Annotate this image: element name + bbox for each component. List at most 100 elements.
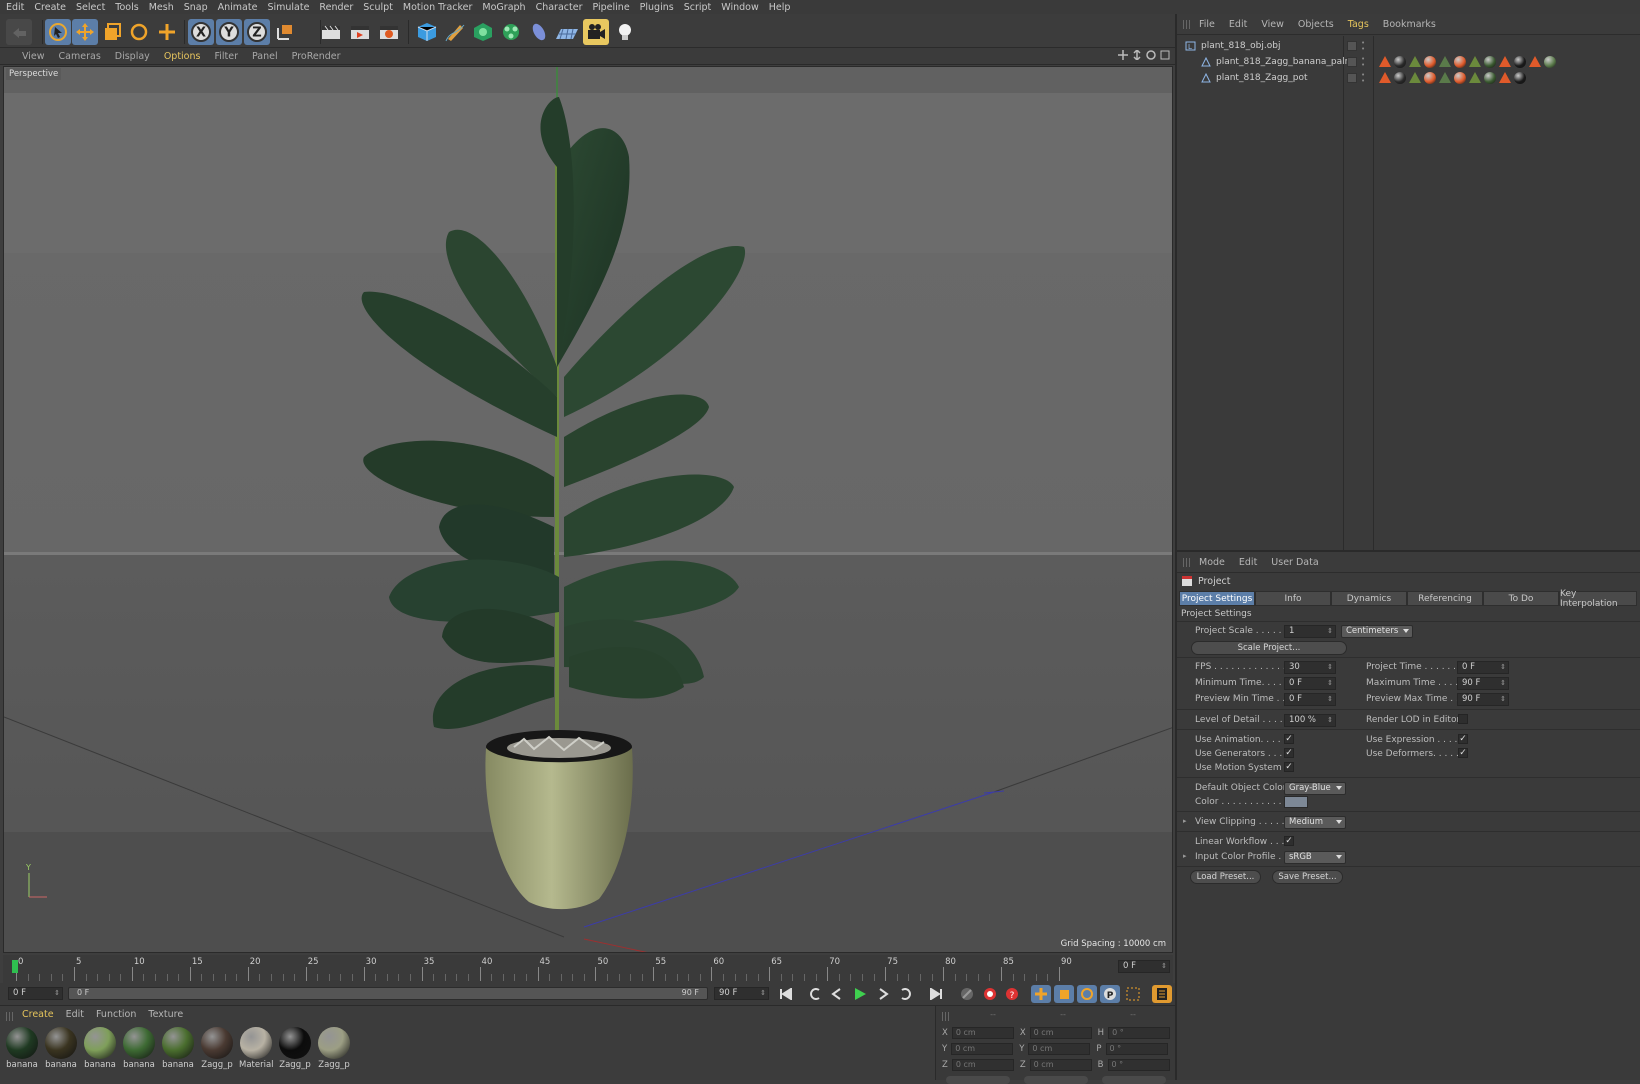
material-swatch[interactable]: banana xyxy=(83,1026,117,1074)
material-swatch[interactable]: Zagg_p xyxy=(278,1026,312,1074)
minimum-time-field[interactable]: 0 F ⇕ xyxy=(1284,677,1336,690)
object-menu-bookmarks[interactable]: Bookmarks xyxy=(1383,19,1436,30)
material-tag-icon[interactable] xyxy=(1454,56,1466,68)
timeline-window-icon[interactable] xyxy=(1152,985,1172,1003)
coordinate-field[interactable]: 0 cm xyxy=(951,1059,1014,1071)
move-tool-icon[interactable] xyxy=(72,19,98,45)
menu-window[interactable]: Window xyxy=(721,2,758,13)
menu-render[interactable]: Render xyxy=(319,2,353,13)
attribute-menu-user-data[interactable]: User Data xyxy=(1271,557,1318,568)
phong-tag-icon[interactable] xyxy=(1409,56,1421,67)
menu-edit[interactable]: Edit xyxy=(6,2,24,13)
material-swatch[interactable]: banana xyxy=(122,1026,156,1074)
coordinate-field[interactable]: 0 ° xyxy=(1107,1059,1170,1071)
key-pla-icon[interactable] xyxy=(1123,985,1143,1003)
linear-workflow-checkbox[interactable]: ✓ xyxy=(1284,836,1294,846)
visibility-dots-icon[interactable]: • • xyxy=(1361,56,1365,69)
menu-help[interactable]: Help xyxy=(769,2,791,13)
cube-primitive-icon[interactable] xyxy=(414,19,440,45)
object-row[interactable]: plant_818_Zagg_banana_palm • • xyxy=(1177,54,1640,70)
live-selection-icon[interactable] xyxy=(154,19,180,45)
save-preset-button[interactable]: Save Preset... xyxy=(1272,870,1343,884)
material-tag-icon[interactable] xyxy=(1454,72,1466,84)
project-scale-unit-dropdown[interactable]: Centimeters xyxy=(1341,625,1413,638)
current-frame-field[interactable]: 0 F ⇕ xyxy=(1118,960,1170,973)
viewport-menu-cameras[interactable]: Cameras xyxy=(59,51,101,62)
object-menu-edit[interactable]: Edit xyxy=(1229,19,1247,30)
coordinate-field[interactable]: 0 cm xyxy=(1029,1027,1092,1039)
apply-button[interactable] xyxy=(1102,1076,1166,1084)
tab-project-settings[interactable]: Project Settings xyxy=(1179,591,1255,606)
viewport-menu-options[interactable]: Options xyxy=(164,51,201,62)
orbit-icon[interactable] xyxy=(1146,50,1156,60)
viewport-menu-prorender[interactable]: ProRender xyxy=(292,51,341,62)
menu-animate[interactable]: Animate xyxy=(218,2,258,13)
deformer-icon[interactable] xyxy=(526,19,552,45)
phong-tag-icon[interactable] xyxy=(1409,72,1421,83)
coordinate-field[interactable]: 0 cm xyxy=(951,1043,1014,1055)
attribute-menu-mode[interactable]: Mode xyxy=(1199,557,1225,568)
preview-max-time-field[interactable]: 90 F ⇕ xyxy=(1457,693,1509,706)
menu-mesh[interactable]: Mesh xyxy=(149,2,174,13)
preview-min-time-field[interactable]: 0 F ⇕ xyxy=(1284,693,1336,706)
view-clipping-expand-icon[interactable]: ▸ xyxy=(1183,817,1187,825)
material-tag-icon[interactable] xyxy=(1514,72,1526,84)
undo-icon[interactable] xyxy=(6,19,32,45)
phong-tag-icon[interactable] xyxy=(1379,56,1391,67)
material-swatch[interactable]: banana xyxy=(44,1026,78,1074)
material-tag-icon[interactable] xyxy=(1514,56,1526,68)
use-animation-checkbox[interactable]: ✓ xyxy=(1284,734,1294,744)
menu-script[interactable]: Script xyxy=(684,2,712,13)
menu-plugins[interactable]: Plugins xyxy=(640,2,674,13)
rotate-tool-icon[interactable] xyxy=(126,19,152,45)
object-row[interactable]: Lplant_818_obj.obj • • xyxy=(1177,38,1640,54)
timeline-ruler[interactable]: 0 5 10 15 20 25 30 35 40 45 50 55 60 65 70 75 80 85 90 0 F… xyxy=(3,955,1173,983)
playhead-marker[interactable] xyxy=(12,960,18,973)
size-dropdown[interactable] xyxy=(1024,1076,1088,1084)
next-frame-icon[interactable] xyxy=(873,985,893,1003)
material-swatch[interactable]: banana xyxy=(161,1026,195,1074)
zoom-icon[interactable] xyxy=(1132,50,1142,60)
menu-motion-tracker[interactable]: Motion Tracker xyxy=(403,2,473,13)
menu-mograph[interactable]: MoGraph xyxy=(482,2,525,13)
autokeying-icon[interactable]: ? xyxy=(1002,985,1022,1003)
coordinate-system-icon[interactable] xyxy=(272,19,298,45)
object-name[interactable]: plant_818_Zagg_banana_palm xyxy=(1216,57,1353,67)
subdivision-surface-icon[interactable] xyxy=(470,19,496,45)
previous-key-icon[interactable] xyxy=(805,985,825,1003)
world-dropdown[interactable] xyxy=(946,1076,1010,1084)
maximum-time-field[interactable]: 90 F ⇕ xyxy=(1457,677,1509,690)
cloner-icon[interactable] xyxy=(498,19,524,45)
tab-key-interpolation[interactable]: Key Interpolation xyxy=(1559,589,1637,609)
light-icon[interactable] xyxy=(612,19,638,45)
menu-snap[interactable]: Snap xyxy=(184,2,208,13)
x-axis-icon[interactable]: X xyxy=(188,19,214,45)
phong-tag-icon[interactable] xyxy=(1499,56,1511,67)
material-swatch[interactable]: Material xyxy=(239,1026,273,1074)
layer-icon[interactable] xyxy=(1347,57,1357,67)
viewport-menu-panel[interactable]: Panel xyxy=(252,51,278,62)
coordinate-field[interactable]: 0 ° xyxy=(1108,1027,1171,1039)
visibility-dots-icon[interactable]: • • xyxy=(1361,72,1365,85)
use-expression-checkbox[interactable]: ✓ xyxy=(1458,734,1468,744)
pan-icon[interactable] xyxy=(1118,50,1128,60)
coordinate-field[interactable]: 0 cm xyxy=(1028,1043,1091,1055)
key-position-icon[interactable] xyxy=(1031,985,1051,1003)
load-preset-button[interactable]: Load Preset... xyxy=(1190,870,1261,884)
layer-icon[interactable] xyxy=(1347,73,1357,83)
viewport-menu-filter[interactable]: Filter xyxy=(214,51,238,62)
key-parameter-icon[interactable]: P xyxy=(1100,985,1120,1003)
coordinate-field[interactable]: 0 cm xyxy=(951,1027,1014,1039)
perspective-viewport[interactable]: Y Perspective Grid Spacing : 10000 cm xyxy=(3,66,1173,953)
menu-character[interactable]: Character xyxy=(536,2,583,13)
phong-tag-icon[interactable] xyxy=(1439,72,1451,83)
fps-field[interactable]: 30 ⇕ xyxy=(1284,661,1336,674)
object-menu-objects[interactable]: Objects xyxy=(1298,19,1334,30)
menu-simulate[interactable]: Simulate xyxy=(267,2,309,13)
material-swatch[interactable]: banana xyxy=(5,1026,39,1074)
phong-tag-icon[interactable] xyxy=(1439,56,1451,67)
material-tag-icon[interactable] xyxy=(1484,56,1496,68)
menu-select[interactable]: Select xyxy=(76,2,105,13)
y-axis-icon[interactable]: Y xyxy=(216,19,242,45)
color-swatch[interactable] xyxy=(1284,796,1308,808)
